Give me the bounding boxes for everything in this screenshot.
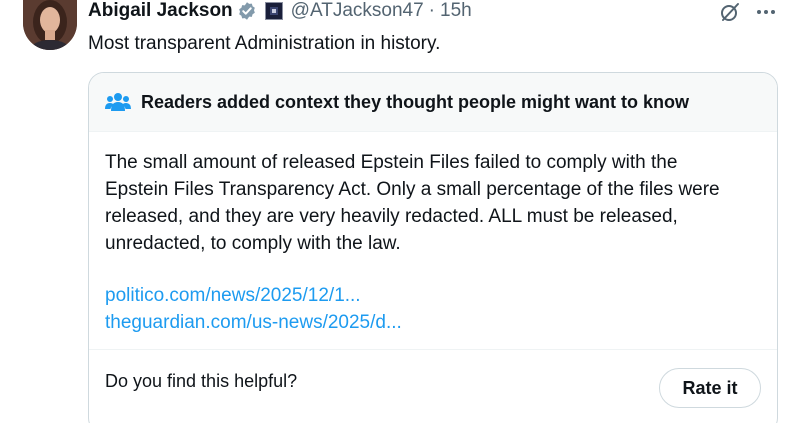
community-note-text: The small amount of released Epstein Fil… bbox=[105, 152, 720, 254]
divider bbox=[89, 349, 777, 350]
tweet-header: Abigail Jackson @ATJackson47 · 15h bbox=[88, 0, 472, 24]
community-note-body: The small amount of released Epstein Fil… bbox=[89, 132, 777, 336]
community-note-links: politico.com/news/2025/12/1... theguardi… bbox=[105, 282, 761, 336]
separator-dot: · bbox=[428, 0, 435, 21]
more-options-icon[interactable] bbox=[754, 2, 778, 22]
author-handle[interactable]: @ATJackson47 bbox=[291, 0, 424, 22]
avatar[interactable] bbox=[23, 0, 77, 50]
source-link-guardian[interactable]: theguardian.com/us-news/2025/d... bbox=[105, 309, 761, 336]
community-note-title: Readers added context they thought peopl… bbox=[141, 91, 690, 112]
tweet-text: Most transparent Administration in histo… bbox=[88, 33, 441, 54]
verified-badge-icon bbox=[237, 1, 257, 21]
helpful-prompt: Do you find this helpful? bbox=[105, 371, 298, 391]
affiliation-badge-icon[interactable] bbox=[264, 2, 283, 20]
community-note-header: Readers added context they thought peopl… bbox=[89, 73, 777, 132]
source-link-politico[interactable]: politico.com/news/2025/12/1... bbox=[105, 282, 761, 309]
community-note: Readers added context they thought peopl… bbox=[88, 72, 778, 423]
rate-it-button[interactable]: Rate it bbox=[659, 368, 761, 408]
timestamp[interactable]: 15h bbox=[440, 0, 472, 22]
grok-icon[interactable] bbox=[718, 0, 742, 24]
people-icon bbox=[105, 91, 131, 113]
author-name[interactable]: Abigail Jackson bbox=[88, 0, 233, 22]
tweet-page: Abigail Jackson @ATJackson47 · 15h Most … bbox=[0, 0, 796, 423]
